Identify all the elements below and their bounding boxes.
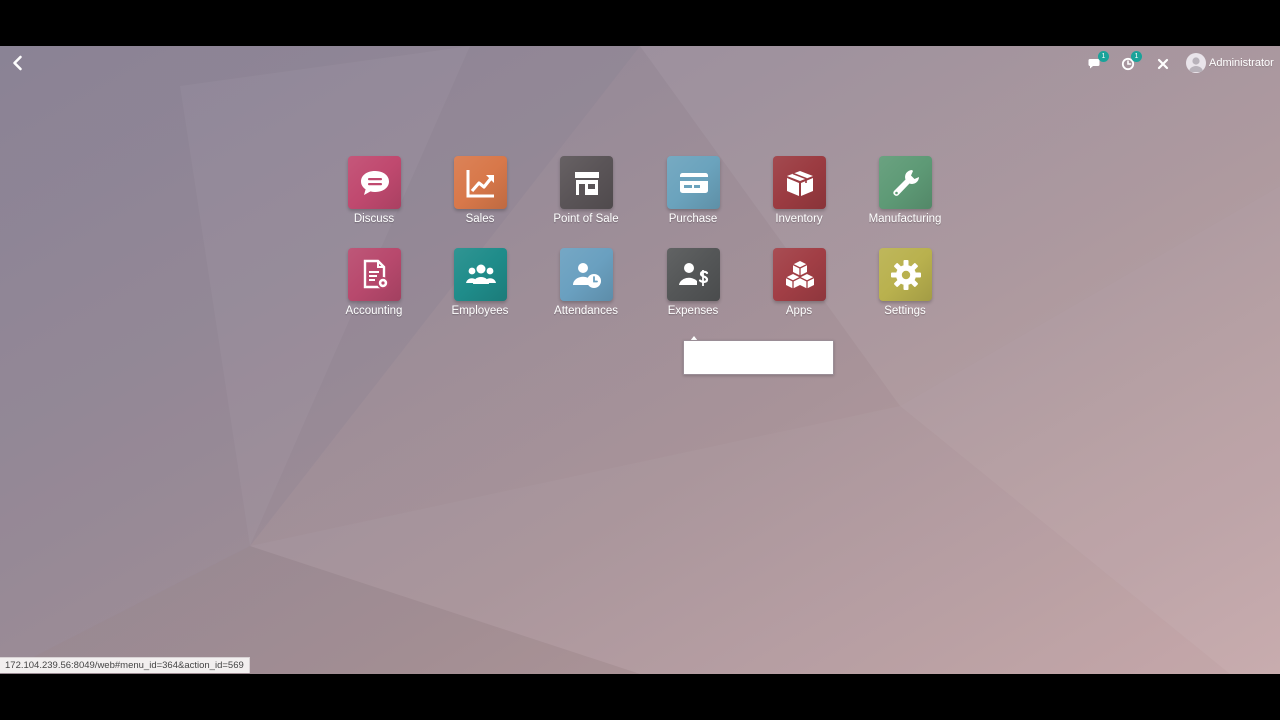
app-settings-tile (879, 248, 932, 301)
wrench-icon (892, 169, 919, 196)
app-expenses-tile (667, 248, 720, 301)
app-expenses[interactable]: Expenses (643, 248, 743, 328)
app-point-of-sale[interactable]: Point of Sale (536, 156, 636, 236)
home-menu-screen: 1 1 Administrator Discuss Sales Point of… (0, 46, 1280, 674)
back-button[interactable] (8, 53, 28, 73)
app-label: Settings (884, 305, 926, 317)
user-clock-icon (572, 262, 601, 288)
app-inventory-tile (773, 156, 826, 209)
close-icon (1157, 58, 1169, 70)
box-icon (786, 170, 813, 196)
activities-count-badge: 1 (1131, 51, 1142, 62)
app-label: Expenses (667, 305, 719, 317)
app-label: Discuss (353, 213, 395, 225)
user-menu[interactable]: Administrator (1186, 52, 1274, 74)
chevron-left-icon (13, 55, 22, 71)
app-attendances[interactable]: Attendances (536, 248, 636, 328)
app-employees[interactable]: Employees (430, 248, 530, 328)
tooltip-popup (683, 340, 834, 375)
app-inventory[interactable]: Inventory (749, 156, 849, 236)
app-label: Manufacturing (868, 213, 942, 225)
user-dollar-icon (678, 262, 708, 286)
app-manufacturing[interactable]: Manufacturing (855, 156, 955, 236)
app-label: Accounting (345, 305, 403, 317)
app-purchase[interactable]: Purchase (643, 156, 743, 236)
trend-chart-icon (466, 169, 494, 197)
gear-icon (890, 259, 921, 290)
credit-card-icon (679, 172, 708, 193)
app-attendances-tile (560, 248, 613, 301)
store-icon (574, 171, 599, 195)
app-label: Purchase (668, 213, 718, 225)
letterbox-top (0, 0, 1280, 46)
app-settings[interactable]: Settings (855, 248, 955, 328)
app-accounting[interactable]: Accounting (324, 248, 424, 328)
messages-button[interactable]: 1 (1088, 51, 1112, 73)
app-manufacturing-tile (879, 156, 932, 209)
background-facets (0, 46, 1280, 674)
app-apps[interactable]: Apps (749, 248, 849, 328)
app-label: Point of Sale (553, 213, 619, 225)
app-employees-tile (454, 248, 507, 301)
app-sales-tile (454, 156, 507, 209)
top-bar: 1 1 Administrator (0, 46, 1280, 80)
app-purchase-tile (667, 156, 720, 209)
activities-button[interactable]: 1 (1121, 51, 1145, 73)
app-label: Employees (451, 305, 509, 317)
messages-count-badge: 1 (1098, 51, 1109, 62)
chat-bubble-icon (360, 170, 389, 195)
app-label: Inventory (775, 213, 823, 225)
users-group-icon (465, 264, 496, 284)
app-sales[interactable]: Sales (430, 156, 530, 236)
letterbox-bottom (0, 674, 1280, 720)
invoice-gear-icon (363, 259, 389, 289)
app-discuss[interactable]: Discuss (324, 156, 424, 236)
app-accounting-tile (348, 248, 401, 301)
user-avatar-icon (1186, 53, 1206, 73)
app-point-of-sale-tile (560, 156, 613, 209)
app-label: Attendances (554, 305, 618, 317)
cubes-icon (785, 260, 814, 288)
app-discuss-tile (348, 156, 401, 209)
app-label: Apps (785, 305, 813, 317)
app-label: Sales (465, 213, 495, 225)
status-bar-url: 172.104.239.56:8049/web#menu_id=364&acti… (0, 657, 250, 673)
user-name: Administrator (1209, 57, 1274, 69)
close-menu-button[interactable] (1155, 53, 1171, 73)
app-apps-tile (773, 248, 826, 301)
